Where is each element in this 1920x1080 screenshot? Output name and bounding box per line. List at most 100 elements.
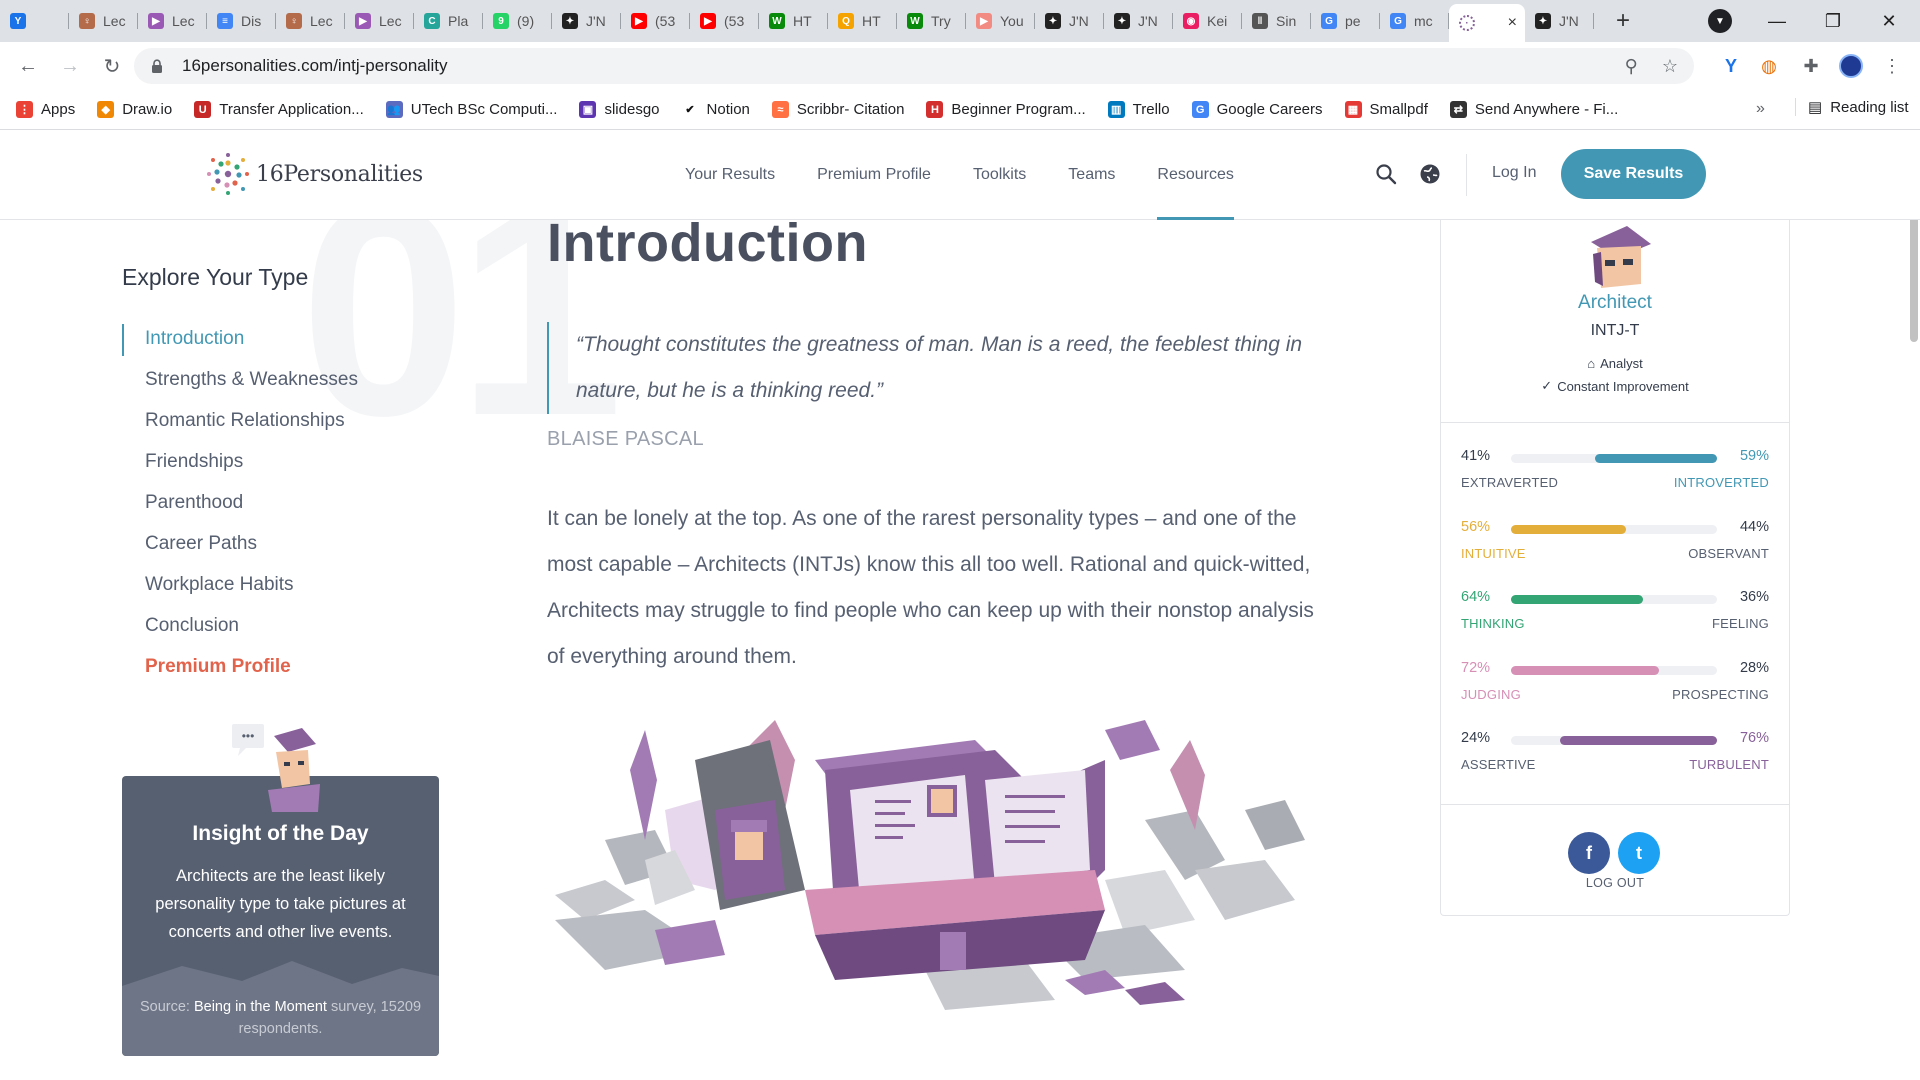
trait-bar-fill <box>1560 736 1717 745</box>
browser-tab[interactable]: ✦ J'N <box>552 0 621 42</box>
reading-list-button[interactable]: ▤ Reading list <box>1795 98 1909 116</box>
save-results-button[interactable]: Save Results <box>1561 149 1706 199</box>
browser-tab[interactable]: ▶ (53 <box>690 0 759 42</box>
bookmark-item[interactable]: ⋮ Apps <box>16 101 75 118</box>
bookmark-item[interactable]: ◆ Draw.io <box>97 101 172 118</box>
active-browser-tab[interactable]: · × <box>1449 4 1525 42</box>
browser-tab[interactable]: Q HT <box>828 0 897 42</box>
table-of-contents: Introduction Strengths & Weaknesses Roma… <box>122 322 382 691</box>
login-link[interactable]: Log In <box>1492 164 1536 182</box>
site-logo[interactable]: 16Personalities <box>206 152 423 196</box>
toc-premium-profile[interactable]: Premium Profile <box>122 650 382 691</box>
browser-tab[interactable]: ✦ J'N <box>1035 0 1104 42</box>
forward-icon[interactable]: → <box>56 52 84 80</box>
toc-friendships[interactable]: Friendships <box>122 445 382 486</box>
tab-favicon-icon: ✦ <box>1114 13 1130 29</box>
trait-bar-fill <box>1511 524 1627 534</box>
nav-toolkits[interactable]: Toolkits <box>973 130 1026 220</box>
nav-your-results[interactable]: Your Results <box>685 130 775 220</box>
maximize-button[interactable]: ❐ <box>1806 0 1860 42</box>
browser-tab[interactable]: ‖ Sin <box>1242 0 1311 42</box>
toc-romantic-relationships[interactable]: Romantic Relationships <box>122 404 382 445</box>
toc-parenthood[interactable]: Parenthood <box>122 486 382 527</box>
profile-menu-icon[interactable]: ▼ <box>1708 9 1732 33</box>
browser-tab[interactable]: ▶ You <box>966 0 1035 42</box>
browser-tab[interactable]: W Try <box>897 0 966 42</box>
bookmark-item[interactable]: H Beginner Program... <box>926 101 1086 118</box>
bookmark-item[interactable]: ⇄ Send Anywhere - Fi... <box>1449 101 1618 118</box>
twitter-share-button[interactable]: t <box>1618 832 1660 874</box>
globe-icon[interactable] <box>1418 162 1442 186</box>
tab-favicon-icon: G <box>1321 13 1337 29</box>
facebook-share-button[interactable]: f <box>1568 832 1610 874</box>
bookmark-item[interactable]: G Google Careers <box>1191 101 1323 118</box>
tab-favicon-icon: G <box>1390 13 1406 29</box>
type-name[interactable]: Architect <box>1441 292 1789 314</box>
bookmark-favicon-icon: G <box>1191 101 1209 118</box>
tab-title: (53 <box>655 13 676 29</box>
extension-orange-icon[interactable]: ◍ <box>1755 52 1783 80</box>
browser-tab[interactable]: W HT <box>759 0 828 42</box>
bookmark-item[interactable]: U Transfer Application... <box>194 101 364 118</box>
browser-tab[interactable]: ▶ (53 <box>621 0 690 42</box>
nav-resources[interactable]: Resources <box>1157 130 1235 220</box>
bookmark-item[interactable]: 👥 UTech BSc Computi... <box>385 101 557 118</box>
browser-tab[interactable]: ✦ J'N <box>1104 0 1173 42</box>
extensions-puzzle-icon[interactable]: ✚ <box>1797 52 1825 80</box>
bookmarks-overflow-icon[interactable]: » <box>1756 100 1765 118</box>
trait-bar-row: 41% 59% EXTRAVERTED INTROVERTED <box>1461 448 1769 508</box>
browser-tab[interactable]: ≡ Dis <box>207 0 276 42</box>
extension-y-icon[interactable]: Y <box>1717 52 1745 80</box>
minimize-button[interactable]: — <box>1750 0 1804 42</box>
nav-premium-profile[interactable]: Premium Profile <box>817 130 931 220</box>
toc-strengths-weaknesses[interactable]: Strengths & Weaknesses <box>122 363 382 404</box>
tab-title: Lec <box>379 13 402 29</box>
tab-title: mc <box>1414 13 1433 29</box>
browser-tab[interactable]: ◉ Kei <box>1173 0 1242 42</box>
tab-title: Kei <box>1207 13 1228 29</box>
toc-workplace-habits[interactable]: Workplace Habits <box>122 568 382 609</box>
reload-icon[interactable]: ↻ <box>98 52 126 80</box>
bookmark-label: Apps <box>41 101 76 118</box>
bookmark-item[interactable]: ≈ Scribbr- Citation <box>771 101 904 118</box>
browser-tab[interactable]: Y <box>0 0 69 42</box>
new-tab-button[interactable]: + <box>1608 6 1638 36</box>
trait-bar-row: 24% 76% ASSERTIVE TURBULENT <box>1461 730 1769 790</box>
role-label: Analyst <box>1600 356 1643 371</box>
back-icon[interactable]: ← <box>14 52 42 80</box>
chrome-menu-icon[interactable]: ⋮ <box>1878 52 1906 80</box>
tab-favicon-icon: Q <box>838 13 854 29</box>
search-icon[interactable] <box>1374 162 1398 186</box>
browser-tab[interactable]: ♀ Lec <box>69 0 138 42</box>
user-avatar[interactable] <box>1837 52 1865 80</box>
browser-tab[interactable]: ♀ Lec <box>276 0 345 42</box>
browser-tab[interactable]: Gpe <box>1311 0 1380 42</box>
bookmark-item[interactable]: ▥ Trello <box>1107 101 1170 118</box>
close-tab-icon[interactable]: × <box>1508 14 1517 32</box>
browser-tab[interactable]: ▶ Lec <box>345 0 414 42</box>
browser-tab[interactable]: ▶ Lec <box>138 0 207 42</box>
address-bar[interactable]: 16personalities.com/intj-personality ⚲ ☆ <box>134 48 1694 84</box>
tab-favicon-icon: ▶ <box>976 13 992 29</box>
toc-introduction[interactable]: Introduction <box>122 322 382 363</box>
page-scrollbar[interactable] <box>1910 212 1918 342</box>
browser-tab[interactable]: ✦ J'N <box>1525 0 1594 42</box>
survey-link[interactable]: Being in the Moment <box>194 999 327 1015</box>
trait-left-percent: 56% <box>1461 518 1491 535</box>
zoom-icon[interactable]: ⚲ <box>1625 56 1638 77</box>
logout-link[interactable]: LOG OUT <box>1440 876 1790 890</box>
nav-teams[interactable]: Teams <box>1068 130 1115 220</box>
strategy-label: Constant Improvement <box>1557 378 1689 394</box>
bookmark-item[interactable]: ▦ Smallpdf <box>1344 101 1428 118</box>
browser-tab[interactable]: C Pla <box>414 0 483 42</box>
bookmark-favicon-icon: U <box>194 101 212 118</box>
bookmark-item[interactable]: ▣ slidesgo <box>579 101 660 118</box>
bookmark-star-icon[interactable]: ☆ <box>1662 56 1678 77</box>
toc-career-paths[interactable]: Career Paths <box>122 527 382 568</box>
toc-conclusion[interactable]: Conclusion <box>122 609 382 650</box>
trait-right-percent: 44% <box>1739 518 1769 535</box>
browser-tab[interactable]: 9 (9) <box>483 0 552 42</box>
bookmark-item[interactable]: ✔ Notion <box>681 101 750 118</box>
close-window-button[interactable]: ✕ <box>1862 0 1916 42</box>
browser-tab[interactable]: Gmc <box>1380 0 1449 42</box>
